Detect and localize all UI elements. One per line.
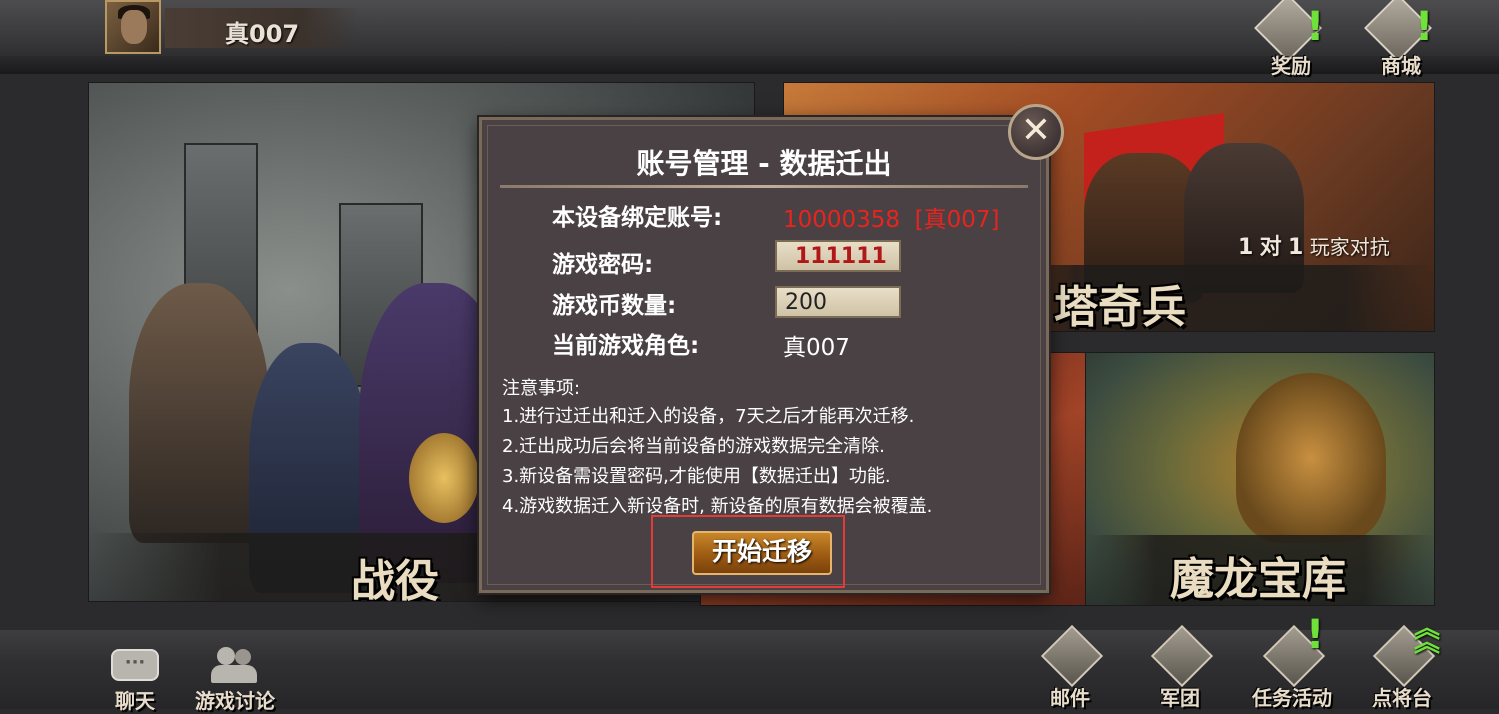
dragon-vault-panel[interactable]: 魔龙宝库 xyxy=(1085,352,1435,606)
player-avatar[interactable] xyxy=(105,0,161,54)
pvp-title: 塔奇兵 xyxy=(1054,282,1186,332)
notes-title: 注意事项: xyxy=(502,378,581,399)
role-value: 真007 xyxy=(783,335,850,361)
legion-button[interactable]: 军团 xyxy=(1140,624,1220,710)
chat-label: 聊天 xyxy=(115,689,155,713)
pvp-vs: 对 xyxy=(1259,235,1282,260)
avatar-face xyxy=(121,10,147,44)
quests-label: 任务活动 xyxy=(1252,686,1332,710)
people-body-icon xyxy=(211,665,257,683)
pvp-num-1: 1 xyxy=(1238,235,1254,260)
shop-alert-icon: ! xyxy=(1415,4,1434,50)
player-name: 真007 xyxy=(225,20,300,48)
bound-account-label: 本设备绑定账号: xyxy=(552,205,723,231)
pvp-num-2: 1 xyxy=(1288,235,1304,260)
mail-label: 邮件 xyxy=(1050,686,1090,710)
reward-label: 奖励 xyxy=(1271,54,1311,78)
coins-value: 200 xyxy=(785,290,827,315)
golden-shield xyxy=(409,433,479,523)
pvp-ribbon xyxy=(984,265,1434,331)
player-name-bar: 真007 xyxy=(165,8,360,48)
discussion-button[interactable]: 游戏讨论 xyxy=(185,633,285,713)
people-icon xyxy=(217,647,235,665)
quests-alert-icon: ! xyxy=(1306,612,1325,658)
envelope-icon xyxy=(1040,624,1104,688)
note-item: 3.新设备需设置密码,才能使用【数据迁出】功能. xyxy=(502,466,891,487)
coins-field[interactable]: 200 xyxy=(775,286,901,318)
dragon-vault-title: 魔龙宝库 xyxy=(1170,554,1346,605)
role-label: 当前游戏角色: xyxy=(552,333,700,359)
general-summon-label: 点将台 xyxy=(1372,686,1432,710)
note-item: 1.进行过迁出和迁入的设备，7天之后才能再次迁移. xyxy=(502,406,915,427)
expand-up-icon[interactable]: ︽ ︽ xyxy=(1414,616,1440,656)
horn-icon xyxy=(1150,624,1214,688)
legion-label: 军团 xyxy=(1160,686,1200,710)
chat-bubble-icon: ··· xyxy=(111,649,159,681)
reward-alert-icon: ! xyxy=(1306,4,1325,50)
highlight-box xyxy=(651,515,845,588)
title-divider xyxy=(500,185,1028,188)
mail-button[interactable]: 邮件 xyxy=(1030,624,1110,710)
chat-button[interactable]: ··· 聊天 xyxy=(85,633,185,713)
pvp-mode-text: 玩家对抗 xyxy=(1309,235,1390,259)
dragon-image xyxy=(1236,373,1386,543)
bound-account-value: 10000358 [真007] xyxy=(783,207,1000,233)
shop-label: 商城 xyxy=(1381,54,1421,78)
coins-label: 游戏币数量: xyxy=(552,293,677,319)
password-value: 111111 xyxy=(795,244,887,269)
people-icon-2 xyxy=(235,649,251,665)
pvp-subtitle: 1 对 1 玩家对抗 xyxy=(1238,229,1390,261)
close-icon[interactable]: ✕ xyxy=(1008,104,1064,160)
note-item: 2.迁出成功后会将当前设备的游戏数据完全清除. xyxy=(502,436,885,457)
warrior-figure xyxy=(129,283,269,543)
campaign-title: 战役 xyxy=(351,556,439,602)
discussion-label: 游戏讨论 xyxy=(195,689,275,713)
password-field[interactable]: 111111 xyxy=(775,240,901,272)
dialog-title: 账号管理 - 数据迁出 xyxy=(636,147,892,180)
password-label: 游戏密码: xyxy=(552,252,654,278)
